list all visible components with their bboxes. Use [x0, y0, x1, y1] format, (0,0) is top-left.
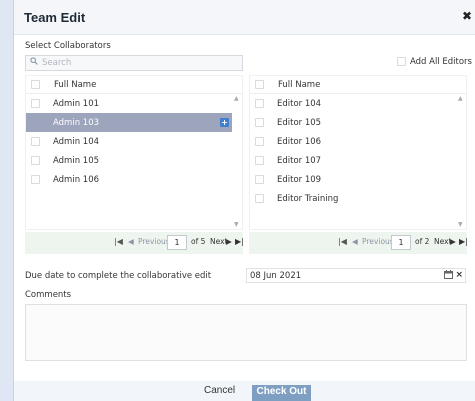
last-page-icon[interactable]: ▶|: [235, 237, 244, 246]
check-out-button[interactable]: Check Out: [252, 385, 311, 401]
due-date-value: 08 Jun 2021: [250, 271, 302, 281]
add-icon[interactable]: +: [220, 118, 229, 127]
row-checkbox[interactable]: [31, 137, 40, 146]
list-item[interactable]: Editor 105: [250, 113, 456, 132]
list-item-label: Admin 103: [53, 118, 100, 128]
select-collaborators-label: Select Collaborators: [25, 41, 111, 51]
list-item[interactable]: Admin 101: [26, 94, 232, 113]
clear-date-icon[interactable]: ×: [455, 270, 463, 280]
list-item-label: Editor 104: [277, 99, 322, 109]
list-item[interactable]: Editor 109: [250, 170, 456, 189]
page-number-input[interactable]: [391, 235, 411, 250]
list-item[interactable]: Editor Training: [250, 189, 456, 208]
next-page-icon[interactable]: ▶: [450, 237, 456, 246]
add-all-editors-label: Add All Editors: [410, 57, 472, 67]
row-checkbox[interactable]: [255, 156, 264, 165]
last-page-icon[interactable]: ▶|: [459, 237, 468, 246]
add-all-editors-checkbox[interactable]: [397, 57, 406, 66]
row-checkbox[interactable]: [255, 194, 264, 203]
column-header-full-name: Full Name: [54, 80, 97, 90]
previous-link[interactable]: Previous: [138, 237, 170, 246]
list-item-label: Admin 104: [53, 137, 100, 147]
row-checkbox[interactable]: [255, 99, 264, 108]
search-icon: [30, 57, 38, 68]
previous-link[interactable]: Previous: [362, 237, 394, 246]
previous-page-icon[interactable]: ◀: [128, 237, 134, 246]
page-number-input[interactable]: [167, 235, 187, 250]
due-date-field[interactable]: 08 Jun 2021 ×: [246, 268, 466, 283]
list-scrollbar[interactable]: ▲ ▼: [232, 94, 242, 229]
cancel-button[interactable]: Cancel: [204, 385, 235, 396]
collaborators-list: Full Name Admin 101 Admin 103 + Admin 10…: [25, 75, 243, 230]
list-header: Full Name: [26, 76, 242, 94]
scroll-down-icon[interactable]: ▼: [458, 221, 463, 228]
next-link[interactable]: Next: [210, 237, 227, 246]
page-count: of 5: [191, 237, 206, 246]
list-item-label: Editor 107: [277, 156, 322, 166]
comments-label: Comments: [25, 290, 72, 300]
close-icon[interactable]: ✖: [462, 9, 472, 23]
select-all-checkbox[interactable]: [255, 80, 264, 89]
search-box: [25, 55, 243, 71]
team-edit-dialog: Team Edit ✖ Select Collaborators Add All…: [13, 0, 475, 401]
list-item[interactable]: Admin 106: [26, 170, 232, 189]
list-item-label: Admin 101: [53, 99, 100, 109]
editors-list: Full Name Editor 104 Editor 105 Editor 1…: [249, 75, 467, 230]
collaborators-pager: |◀ ◀ Previous of 5 Next ▶ ▶|: [25, 232, 244, 254]
previous-page-icon[interactable]: ◀: [352, 237, 358, 246]
list-item-selected[interactable]: Admin 103 +: [26, 113, 232, 132]
search-input[interactable]: [42, 57, 237, 69]
list-item-label: Editor 106: [277, 137, 322, 147]
row-checkbox[interactable]: [255, 118, 264, 127]
dialog-title: Team Edit: [24, 10, 86, 25]
list-item-label: Editor Training: [277, 194, 339, 204]
list-item[interactable]: Editor 107: [250, 151, 456, 170]
row-checkbox[interactable]: [255, 137, 264, 146]
next-page-icon[interactable]: ▶: [226, 237, 232, 246]
dialog-titlebar: Team Edit ✖: [14, 0, 475, 35]
row-checkbox[interactable]: [31, 99, 40, 108]
list-item[interactable]: Admin 105: [26, 151, 232, 170]
due-date-label: Due date to complete the collaborative e…: [25, 271, 212, 281]
dialog-footer: [14, 381, 475, 401]
comments-textarea[interactable]: [25, 304, 467, 361]
column-header-full-name: Full Name: [278, 80, 321, 90]
list-header: Full Name: [250, 76, 466, 94]
scroll-down-icon[interactable]: ▼: [234, 221, 239, 228]
list-scrollbar[interactable]: ▲ ▼: [456, 94, 466, 229]
row-checkbox[interactable]: [31, 156, 40, 165]
first-page-icon[interactable]: |◀: [338, 237, 347, 246]
list-item[interactable]: Admin 104: [26, 132, 232, 151]
next-link[interactable]: Next: [434, 237, 451, 246]
list-item-label: Editor 109: [277, 175, 322, 185]
row-checkbox[interactable]: [255, 175, 264, 184]
page-count: of 2: [415, 237, 430, 246]
row-checkbox[interactable]: [31, 175, 40, 184]
calendar-icon[interactable]: [444, 270, 453, 281]
list-item[interactable]: Editor 104: [250, 94, 456, 113]
scroll-up-icon[interactable]: ▲: [458, 95, 463, 102]
select-all-checkbox[interactable]: [31, 80, 40, 89]
list-item-label: Admin 106: [53, 175, 100, 185]
list-item-label: Admin 105: [53, 156, 100, 166]
first-page-icon[interactable]: |◀: [114, 237, 123, 246]
editors-pager: |◀ ◀ Previous of 2 Next ▶ ▶|: [249, 232, 468, 254]
scroll-up-icon[interactable]: ▲: [234, 95, 239, 102]
list-item-label: Editor 105: [277, 118, 322, 128]
row-checkbox[interactable]: [31, 118, 40, 127]
list-item[interactable]: Editor 106: [250, 132, 456, 151]
